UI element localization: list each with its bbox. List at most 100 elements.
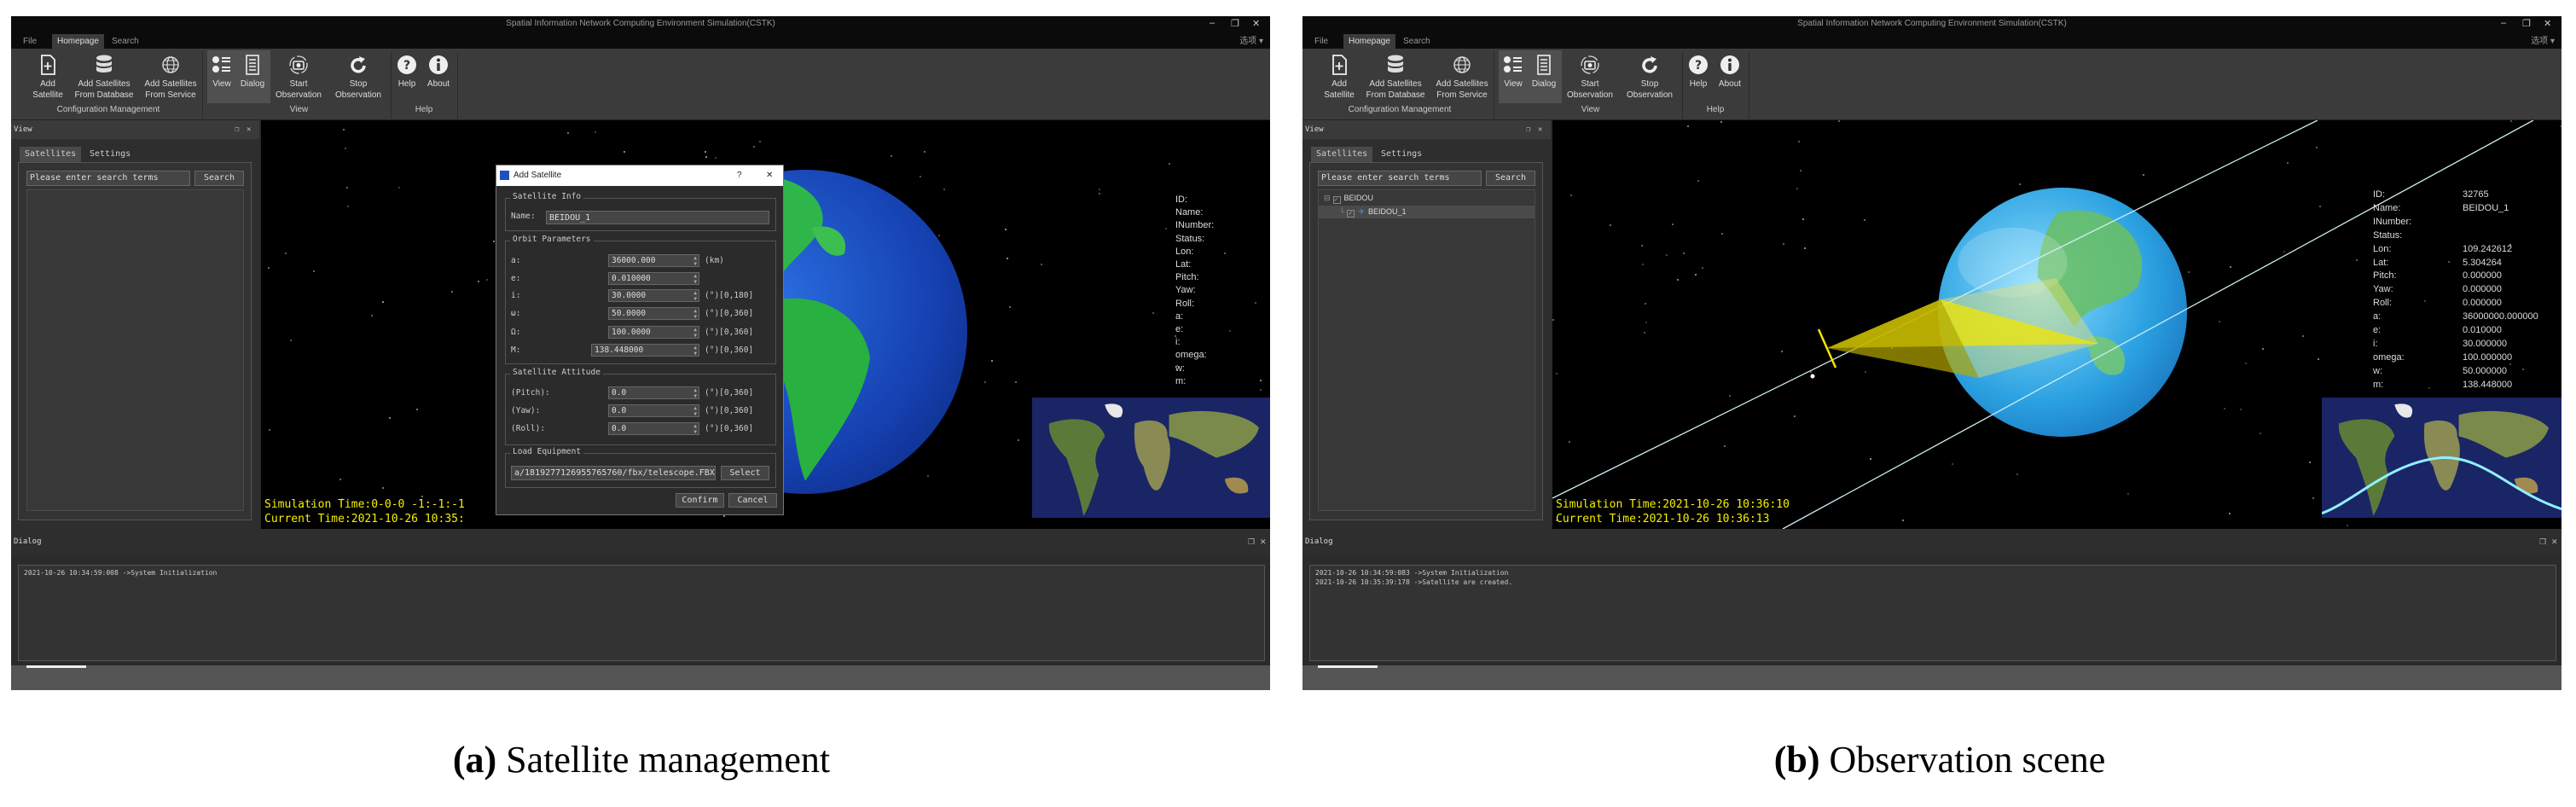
minimize-button[interactable]: – — [1210, 18, 1215, 28]
spinbox-a[interactable]: 36000.000 ▲ ▼ — [608, 254, 699, 267]
tab-settings[interactable]: Settings — [1376, 147, 1427, 162]
star — [1152, 312, 1154, 314]
star — [705, 156, 707, 158]
ribbon-button-info[interactable]: About — [1715, 52, 1744, 108]
ribbon-button-dialog[interactable]: Dialog — [238, 52, 267, 108]
tree-item[interactable]: └ ✓ ✈ BEIDOU_1 — [1319, 206, 1535, 218]
minimize-button[interactable]: – — [2501, 18, 2506, 28]
spinbox-m[interactable]: 138.448000 ▲ ▼ — [591, 344, 699, 357]
spinbox-yaw[interactable]: 0.0 ▲ ▼ — [608, 404, 699, 417]
star — [753, 146, 755, 148]
map-americas — [1048, 419, 1105, 516]
cancel-button[interactable]: Cancel — [728, 493, 777, 508]
spin-arrows-icon[interactable]: ▲ ▼ — [693, 255, 697, 267]
star — [1041, 264, 1042, 265]
world-minimap[interactable] — [1032, 398, 1270, 518]
checkbox[interactable]: ✓ — [1332, 196, 1341, 204]
float-dock-icon[interactable]: ❐ — [2539, 537, 2546, 547]
spin-arrows-icon[interactable]: ▲ ▼ — [693, 327, 697, 339]
select-button[interactable]: Select — [721, 466, 769, 480]
3d-scene-view[interactable]: Simulation Time:2021-10-26 10:36:10 Curre… — [1552, 120, 2561, 529]
float-dock-icon[interactable]: ❐ — [1526, 120, 1530, 139]
help-button[interactable]: ? — [737, 165, 742, 186]
dialog-dock-header: Dialog — [1303, 529, 2561, 556]
taskbar-item[interactable] — [26, 665, 86, 668]
menu-tab-file[interactable]: File — [18, 34, 42, 49]
taskbar-item[interactable] — [1318, 665, 1378, 668]
log-output[interactable]: 2021-10-26 10:34:59:008 ->System Initial… — [18, 565, 1265, 661]
tab-satellites[interactable]: Satellites — [20, 147, 82, 162]
ribbon-button-view-list[interactable]: View — [1500, 52, 1526, 108]
menu-tab-search[interactable]: Search — [107, 34, 144, 49]
ribbon-button-view-list[interactable]: View — [209, 52, 235, 108]
close-dock-icon[interactable]: ✕ — [1538, 120, 1542, 139]
button-label-line2: Observation — [276, 90, 322, 100]
ribbon-button-info[interactable]: About — [424, 52, 453, 108]
spin-arrows-icon[interactable]: ▲ ▼ — [693, 290, 697, 302]
options-menu[interactable]: 选项 ▾ — [1234, 34, 1268, 49]
camera-icon — [1563, 54, 1617, 76]
spin-arrows-icon[interactable]: ▲ ▼ — [693, 345, 697, 357]
spinbox-roll[interactable]: 0.0 ▲ ▼ — [608, 422, 699, 435]
dialog-title-bar[interactable]: Add Satellite? ✕ — [496, 165, 783, 186]
close-button[interactable]: ✕ — [1252, 18, 1260, 29]
menu-tab-row: File Homepage Search 选项 ▾ — [1303, 34, 2561, 49]
spin-arrows-icon[interactable]: ▲ ▼ — [693, 423, 697, 435]
spinbox-[interactable]: 100.0000 ▲ ▼ — [608, 326, 699, 339]
spin-arrows-icon[interactable]: ▲ ▼ — [693, 405, 697, 417]
menu-tab-homepage[interactable]: Homepage — [52, 34, 104, 49]
field-label: (Roll): — [511, 424, 546, 433]
menu-tab-search[interactable]: Search — [1398, 34, 1436, 49]
ribbon-button-dialog[interactable]: Dialog — [1529, 52, 1558, 108]
name-input[interactable]: BEIDOU_1 — [546, 211, 769, 224]
ribbon-button-globe[interactable]: Add Satellites From Service — [1430, 52, 1494, 108]
tab-settings[interactable]: Settings — [84, 147, 136, 162]
log-output[interactable]: 2021-10-26 10:34:59:083 ->System Initial… — [1309, 565, 2556, 661]
ribbon-button-globe[interactable]: Add Satellites From Service — [139, 52, 202, 108]
search-button[interactable]: Search — [1486, 171, 1535, 186]
close-dock-icon[interactable]: ✕ — [1260, 537, 1267, 547]
satellite-tree[interactable] — [26, 189, 244, 511]
button-label-line1: Add Satellites — [1436, 79, 1488, 89]
search-button[interactable]: Search — [194, 171, 244, 186]
ribbon-button-database[interactable]: Add Satellites From Database — [73, 52, 136, 108]
tab-satellites[interactable]: Satellites — [1311, 147, 1373, 162]
float-dock-icon[interactable]: ❐ — [1248, 537, 1255, 547]
world-minimap[interactable] — [2322, 398, 2561, 518]
spin-arrows-icon[interactable]: ▲ ▼ — [693, 308, 697, 320]
close-dock-icon[interactable]: ✕ — [247, 120, 251, 139]
search-input[interactable]: Please enter search terms — [1318, 171, 1482, 186]
dialog-close-button[interactable]: ✕ — [766, 165, 773, 186]
search-input[interactable]: Please enter search terms — [26, 171, 190, 186]
restore-button[interactable]: ❐ — [2522, 18, 2531, 29]
menu-tab-homepage[interactable]: Homepage — [1343, 34, 1395, 49]
ribbon-button-camera[interactable]: Start Observation — [271, 52, 326, 108]
options-menu[interactable]: 选项 ▾ — [2526, 34, 2560, 49]
expand-icon[interactable]: ⊟ — [1324, 194, 1331, 202]
ribbon-button-refresh[interactable]: Stop Observation — [1622, 52, 1677, 108]
spinbox-e[interactable]: 0.010000 ▲ ▼ — [608, 272, 699, 285]
spinbox-[interactable]: 50.0000 ▲ ▼ — [608, 307, 699, 320]
ribbon-button-add-file[interactable]: Add Satellite — [26, 52, 69, 108]
equipment-path-input[interactable]: a/1819277126955765760/fbx/telescope.FBX — [511, 466, 716, 480]
spinbox-pitch[interactable]: 0.0 ▲ ▼ — [608, 386, 699, 399]
screenshot-satellite-management: Spatial Information Network Computing En… — [11, 16, 1270, 690]
spin-arrows-icon[interactable]: ▲ ▼ — [693, 273, 697, 285]
ribbon-button-camera[interactable]: Start Observation — [1563, 52, 1617, 108]
spin-arrows-icon[interactable]: ▲ ▼ — [693, 387, 697, 399]
restore-button[interactable]: ❐ — [1231, 18, 1239, 29]
ribbon-button-help[interactable]: ? Help — [395, 52, 419, 108]
spinbox-i[interactable]: 30.0000 ▲ ▼ — [608, 289, 699, 302]
tree-item[interactable]: ⊟ ✓ BEIDOU — [1319, 192, 1535, 205]
satellite-tree[interactable]: ⊟ ✓ BEIDOU └ ✓ ✈ BEIDOU_1 — [1318, 189, 1535, 511]
confirm-button[interactable]: Confirm — [676, 493, 724, 508]
ribbon-button-add-file[interactable]: Add Satellite — [1318, 52, 1361, 108]
float-dock-icon[interactable]: ❐ — [235, 120, 239, 139]
checkbox[interactable]: ✓ — [1347, 210, 1355, 218]
close-button[interactable]: ✕ — [2544, 18, 2551, 29]
menu-tab-file[interactable]: File — [1309, 34, 1333, 49]
ribbon-button-refresh[interactable]: Stop Observation — [331, 52, 386, 108]
close-dock-icon[interactable]: ✕ — [2551, 537, 2558, 547]
ribbon-button-help[interactable]: ? Help — [1686, 52, 1710, 108]
ribbon-button-database[interactable]: Add Satellites From Database — [1364, 52, 1427, 108]
